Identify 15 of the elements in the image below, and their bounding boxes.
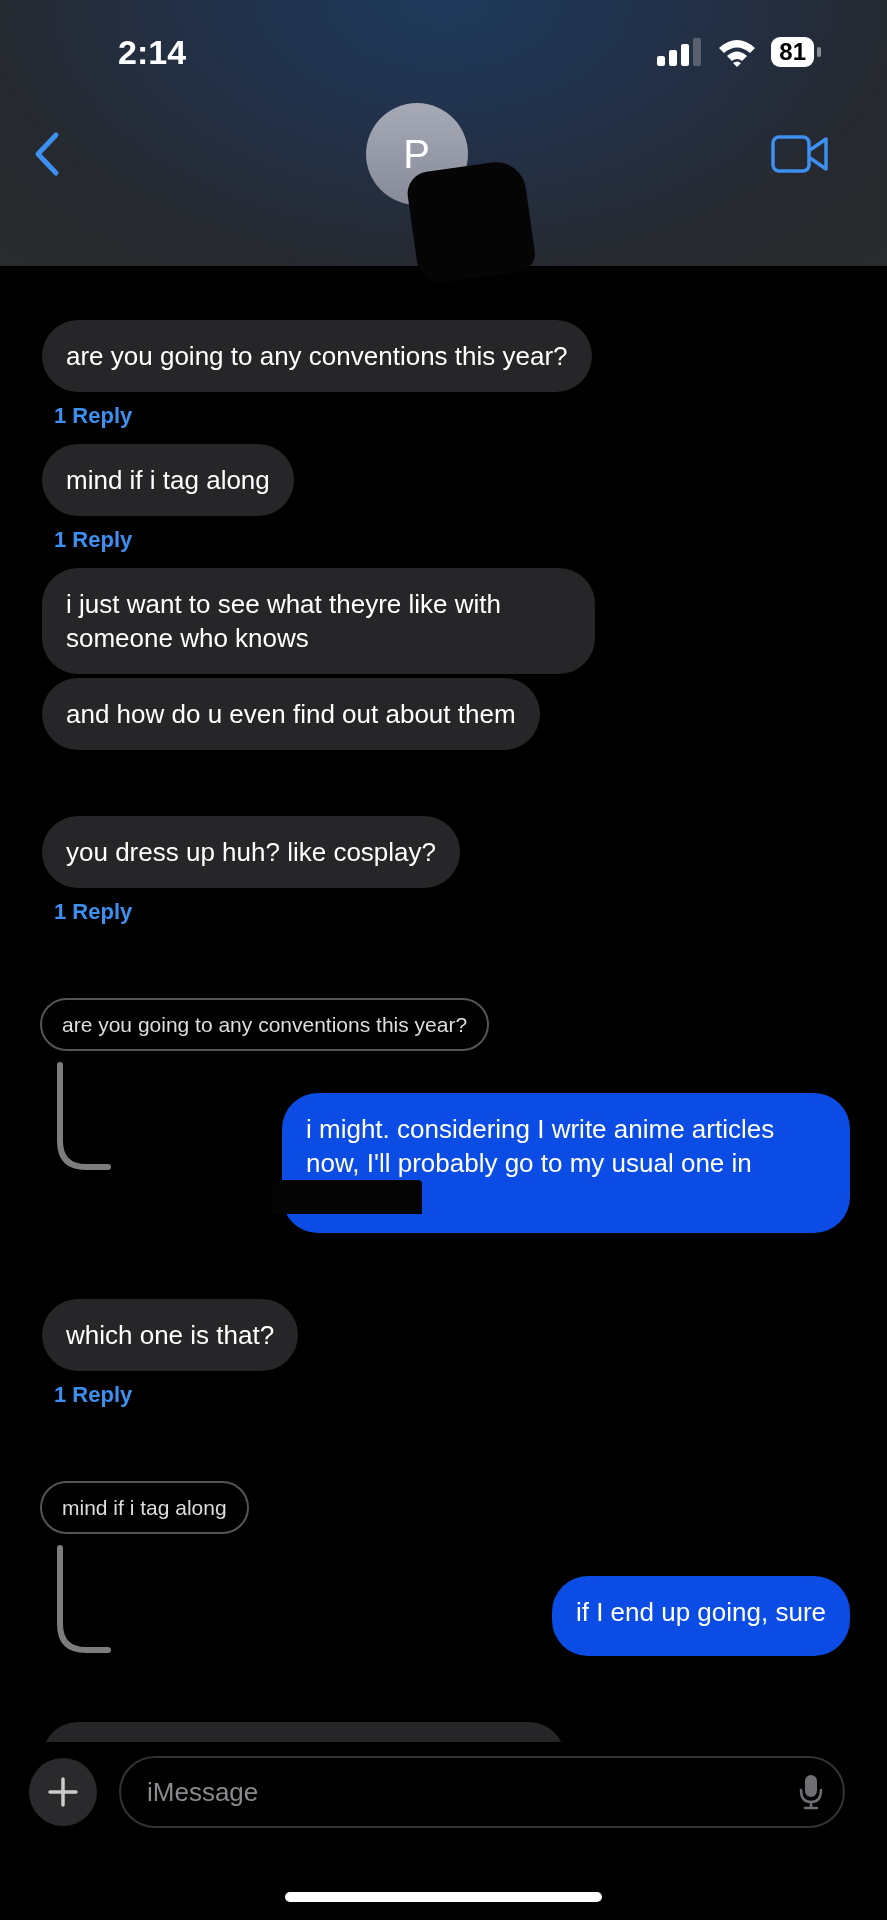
reply-count-link[interactable]: 1 Reply: [54, 888, 133, 936]
message-input[interactable]: iMessage: [119, 1756, 845, 1828]
message-bubble: if I end up going, sure: [551, 1576, 850, 1656]
reply-count-link[interactable]: 1 Reply: [54, 1371, 133, 1419]
message-bubble: you dress up huh? like cosplay?: [42, 816, 460, 888]
reply-count-link[interactable]: 1 Reply: [54, 392, 133, 440]
quoted-message[interactable]: mind if i tag along: [40, 1481, 249, 1534]
status-time: 2:14: [118, 32, 187, 72]
message-bubble: are you going to any conventions this year?: [42, 320, 592, 392]
quoted-message[interactable]: are you going to any conventions this year?: [40, 998, 490, 1051]
message-bubble: which one is that?: [42, 1299, 299, 1371]
message-bubble: i just want to see what theyre like with someone who knows: [42, 568, 595, 674]
message-bubble: and how do u even find out about them: [42, 678, 540, 750]
message-bubble: mind if i tag along: [42, 444, 294, 516]
reply-count-link[interactable]: 1 Reply: [54, 516, 133, 564]
